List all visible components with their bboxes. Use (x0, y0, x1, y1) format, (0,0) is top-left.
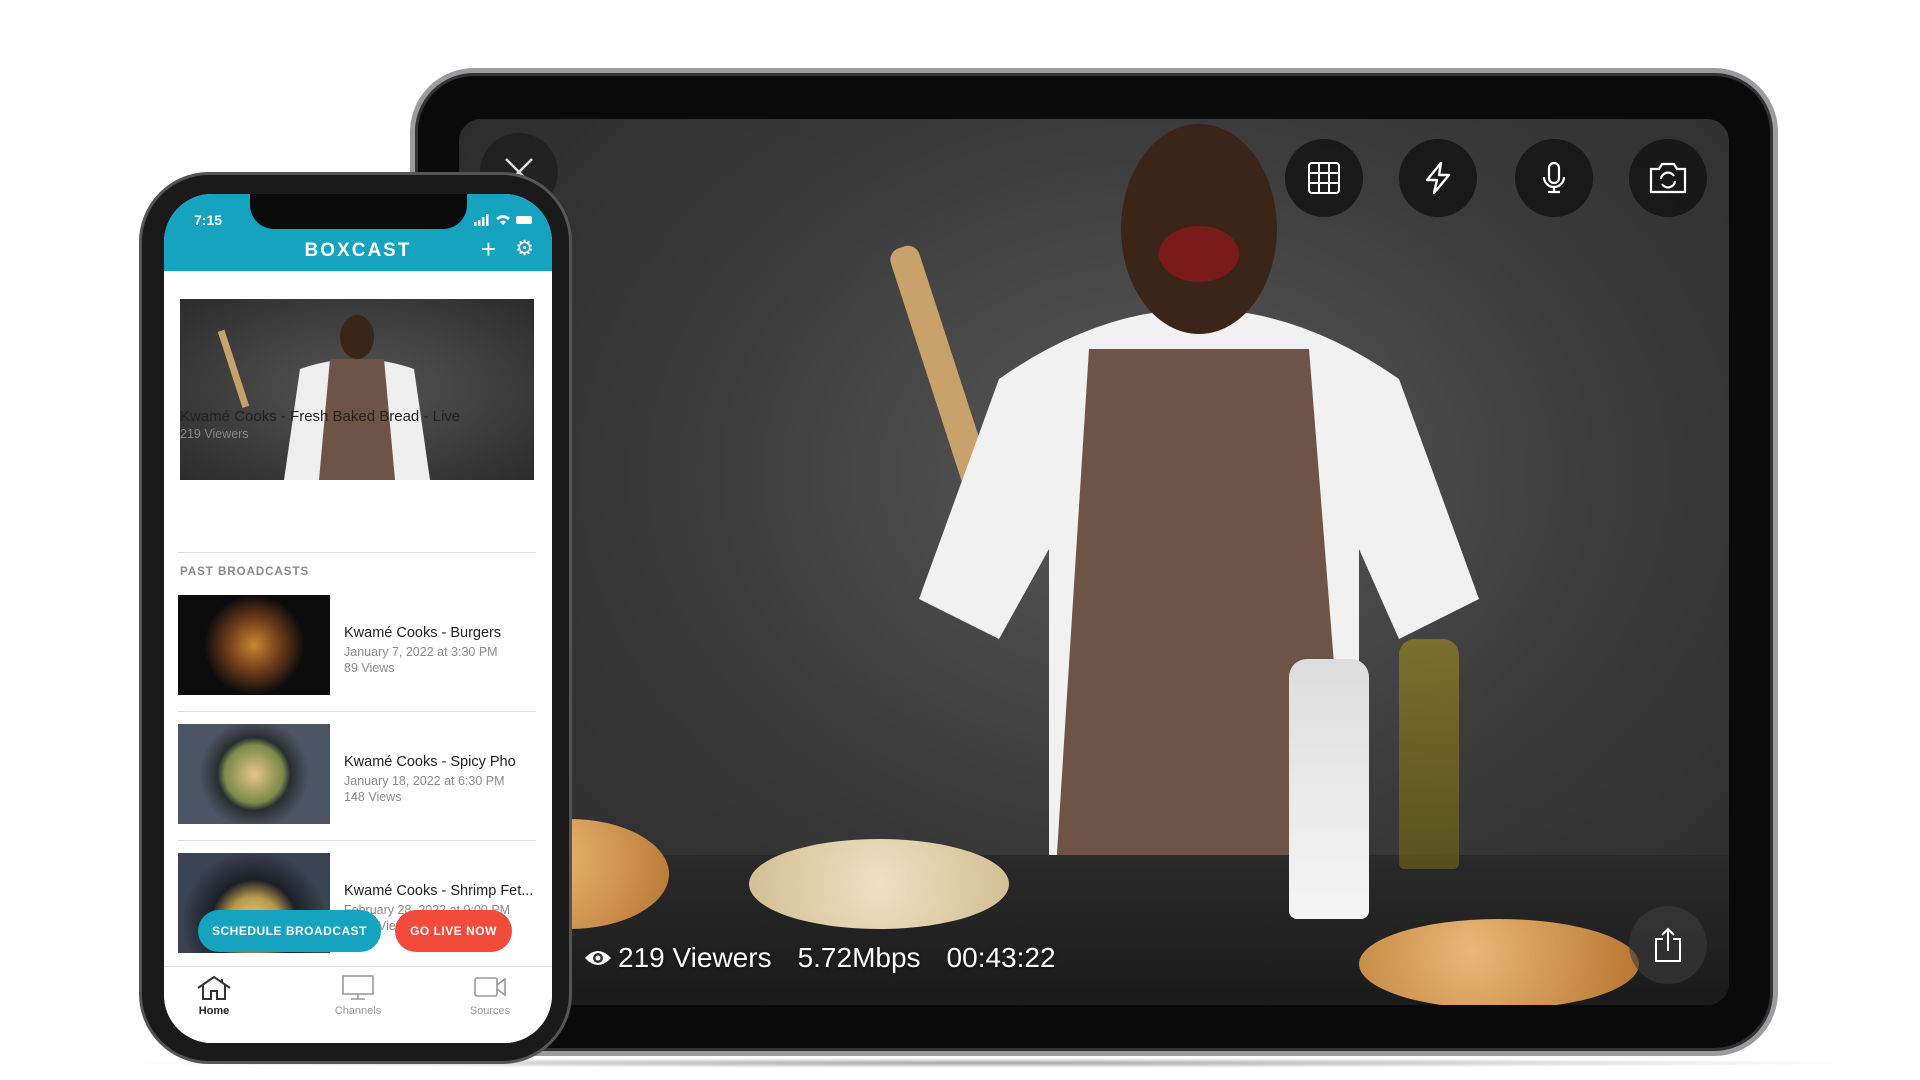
broadcast-title: Kwamé Cooks - Burgers (344, 625, 502, 641)
settings-icon[interactable]: ⚙ (515, 236, 534, 261)
dough (749, 839, 1009, 929)
grid-button[interactable] (1285, 139, 1363, 217)
go-live-button[interactable]: GO LIVE NOW (395, 910, 512, 952)
broadcast-views: 148 Views (344, 790, 402, 804)
broadcast-title: Kwamé Cooks - Spicy Pho (344, 754, 516, 770)
pho-thumbnail (178, 724, 330, 824)
schedule-broadcast-button[interactable]: SCHEDULE BROADCAST (198, 910, 381, 952)
live-viewer-count: 219 Viewers (180, 427, 249, 441)
divider (178, 552, 536, 553)
phone-screen: 7:15 BOXCAST + ⚙ Kwamé Cooks - Fresh Bak… (164, 194, 552, 1043)
nav-label: Sources (469, 1005, 511, 1017)
video-camera-icon (474, 977, 506, 997)
baguette (1359, 919, 1639, 1005)
nav-channels[interactable]: Channels (308, 975, 408, 1017)
nav-sources[interactable]: Sources (440, 975, 540, 1017)
flash-icon (1425, 161, 1451, 195)
viewer-count: 219 Viewers (618, 942, 772, 973)
divider (178, 840, 536, 841)
eye-icon (585, 951, 611, 965)
microphone-button[interactable] (1515, 139, 1593, 217)
burger-thumbnail (178, 595, 330, 695)
share-icon (1655, 927, 1681, 962)
status-time: 7:15 (194, 212, 223, 228)
stream-stats: 219 Viewers 5.72Mbps 00:43:22 (584, 942, 1056, 974)
section-label: PAST BROADCASTS (180, 566, 310, 578)
tablet-camera-view (459, 119, 1729, 1005)
home-icon (197, 975, 231, 1000)
share-button[interactable] (1629, 906, 1707, 984)
status-icons (474, 214, 532, 226)
broadcast-row[interactable]: Kwamé Cooks - Burgers January 7, 2022 at… (178, 595, 536, 724)
live-broadcast-title[interactable]: Kwamé Cooks - Fresh Baked Bread - Live (180, 408, 460, 425)
bitrate: 5.72Mbps (797, 942, 921, 973)
milk-bottle (1289, 659, 1369, 919)
microphone-icon (1542, 161, 1566, 194)
add-button[interactable]: + (481, 234, 496, 265)
stream-duration: 00:43:22 (946, 942, 1056, 973)
broadcast-views: 89 Views (344, 661, 395, 675)
flash-button[interactable] (1399, 139, 1477, 217)
broadcast-title: Kwamé Cooks - Shrimp Fet... (344, 883, 534, 899)
app-header: 7:15 BOXCAST + ⚙ (164, 194, 552, 271)
nav-label: Home (198, 1005, 230, 1017)
nav-label: Channels (334, 1005, 382, 1017)
nav-home[interactable]: Home (164, 975, 264, 1017)
bottom-nav: Home Channels Sources (164, 966, 552, 1043)
camera-flip-button[interactable] (1629, 139, 1707, 217)
phone-notch (250, 194, 467, 229)
divider (178, 711, 536, 712)
broadcast-date: January 18, 2022 at 6:30 PM (344, 774, 505, 788)
broadcast-row[interactable]: Kwamé Cooks - Spicy Pho January 18, 2022… (178, 724, 536, 853)
grid-icon (1308, 162, 1340, 194)
camera-flip-icon (1649, 162, 1687, 194)
broadcast-date: January 7, 2022 at 3:30 PM (344, 645, 498, 659)
monitor-icon (342, 975, 374, 1000)
live-broadcast-thumbnail[interactable] (180, 299, 534, 480)
oil-bottle (1399, 639, 1459, 869)
